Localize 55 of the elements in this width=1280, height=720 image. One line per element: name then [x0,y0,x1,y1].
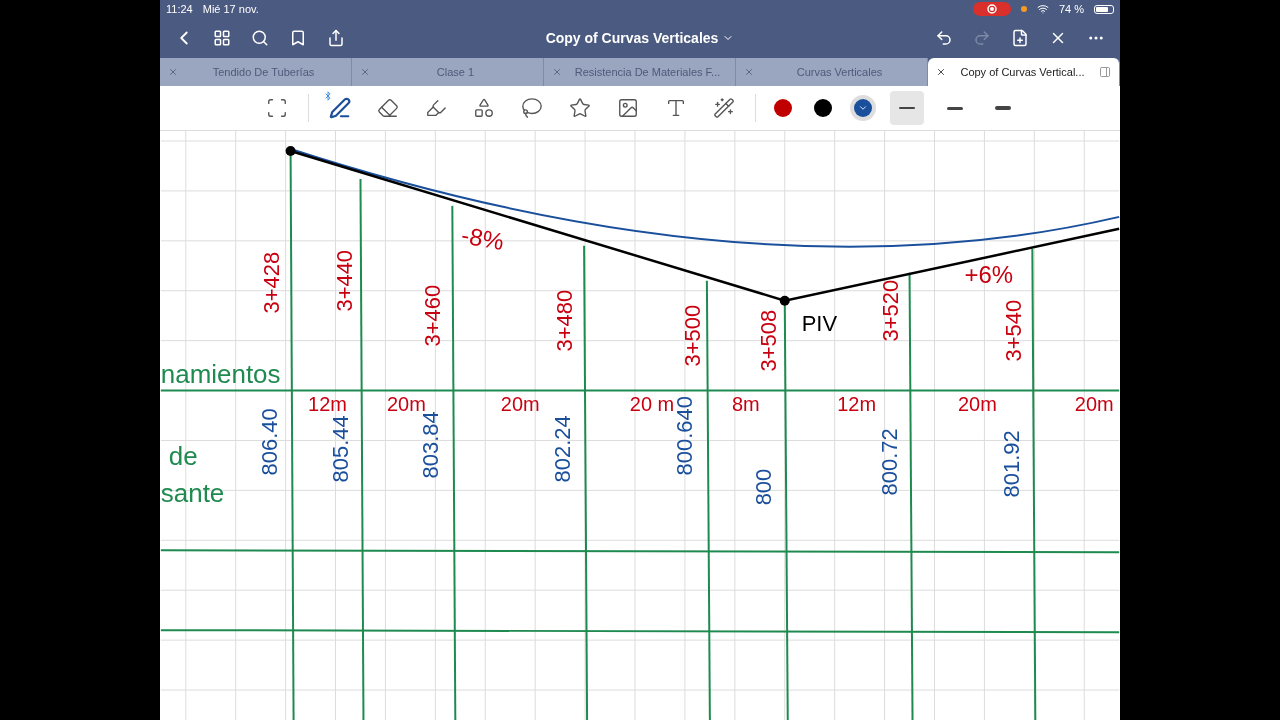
battery-percent: 74 % [1058,3,1084,15]
document-title[interactable]: Copy of Curvas Verticales [539,29,741,47]
status-time: 11:24 [166,3,193,15]
search-icon[interactable] [251,29,269,47]
station-label: 3+428 [258,251,284,314]
color-swatch[interactable] [850,95,876,121]
canvas-label: sante [160,479,225,508]
close-icon[interactable] [936,67,946,77]
station-label: 3+520 [877,279,903,342]
station-label: 3+480 [552,289,578,352]
tab-label: Copy of Curvas Vertical... [959,66,1086,78]
document-tab[interactable]: Tendido De Tuberías [160,58,352,86]
canvas-label: namientos [160,359,281,388]
station-label: 3+460 [420,284,446,347]
tab-label: Curvas Verticales [795,66,884,78]
distance-label: 8m [731,392,760,415]
battery-icon [1094,4,1114,14]
undo-icon[interactable] [935,29,953,47]
distance-label: 20m [500,392,540,415]
grade-label: -8% [459,221,507,256]
document-tab[interactable]: Copy of Curvas Vertical... [928,58,1120,86]
bluetooth-icon [323,91,333,101]
elevation-label: 800.72 [876,428,902,496]
stroke-width-button[interactable] [890,91,924,125]
elevation-label: 806.40 [256,408,282,476]
canvas-label: de [168,442,198,471]
panel-icon[interactable] [1099,66,1111,78]
elevation-label: 805.44 [328,415,354,483]
share-icon[interactable] [327,29,345,47]
tab-label: Clase 1 [435,66,476,78]
distance-label: 12m [837,392,877,415]
tab-label: Tendido De Tuberías [211,66,316,78]
grade-label: +6% [964,260,1014,288]
document-tab[interactable]: Curvas Verticales [736,58,928,86]
station-label: 3+508 [755,309,781,372]
privacy-dot [1020,6,1027,12]
add-page-icon[interactable] [1011,29,1029,47]
distance-label: 20m [958,392,997,415]
station-label: 3+540 [1001,299,1027,362]
bookmark-icon[interactable] [289,29,307,47]
document-tab[interactable]: Clase 1 [352,58,544,86]
point-label: PIV [801,310,838,336]
grid-icon[interactable] [213,29,231,47]
station-label: 3+500 [679,304,705,367]
distance-label: 20 m [629,392,675,415]
distance-label: 12m [308,392,347,415]
tab-label: Resistencia De Materiales F... [573,66,722,78]
distance-label: 20m [1074,392,1114,415]
wifi-icon [1036,3,1049,15]
elevation-label: 800 [750,468,776,506]
station-label: 3+440 [332,249,358,312]
elevation-label: 801.92 [999,430,1025,498]
elevation-label: 802.24 [550,415,576,483]
status-date: Mié 17 nov. [202,3,259,15]
document-tab[interactable]: Resistencia De Materiales F... [544,58,736,86]
